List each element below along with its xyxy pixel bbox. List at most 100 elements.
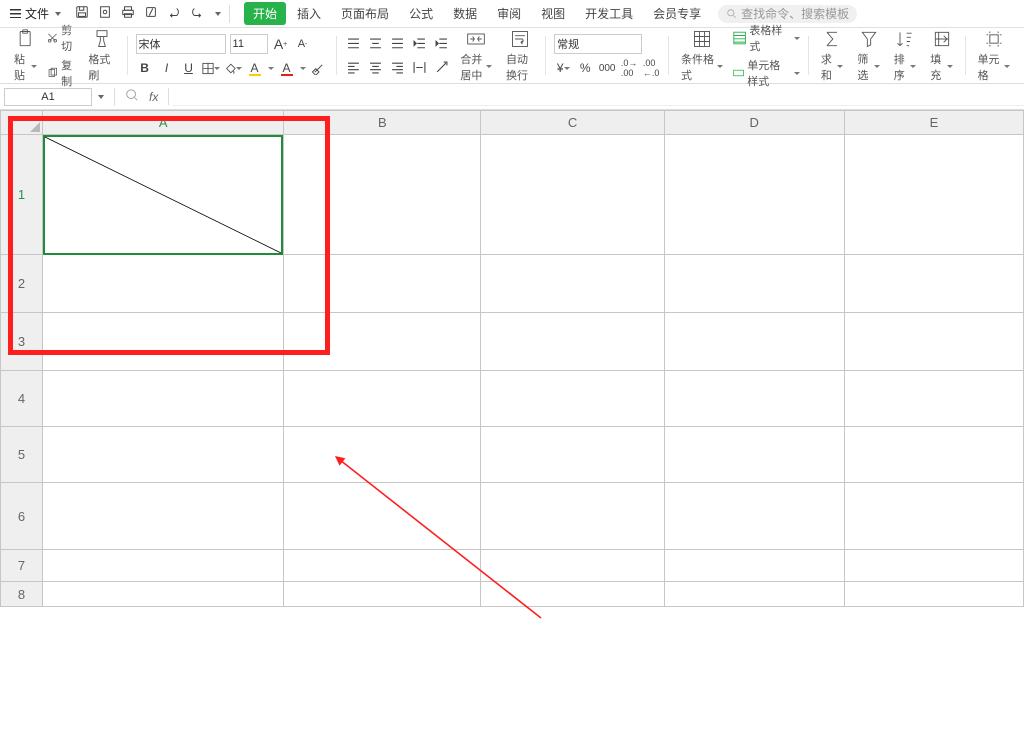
format-painter-button[interactable]: 格式刷	[84, 27, 118, 85]
font-color-button[interactable]: A	[278, 59, 296, 77]
cell-B7[interactable]	[284, 550, 481, 582]
cell-C2[interactable]	[481, 255, 664, 313]
name-box[interactable]	[4, 88, 92, 106]
cell-A8[interactable]	[43, 582, 284, 607]
formula-input[interactable]	[173, 88, 1024, 106]
cell-D7[interactable]	[664, 550, 844, 582]
cut-button[interactable]: 剪切	[47, 22, 78, 54]
cell-E3[interactable]	[844, 313, 1023, 371]
row-header-5[interactable]: 5	[1, 427, 43, 483]
tab-start[interactable]: 开始	[244, 2, 286, 25]
cell-C4[interactable]	[481, 371, 664, 427]
cell-B2[interactable]	[284, 255, 481, 313]
cell-C1[interactable]	[481, 135, 664, 255]
cell-E2[interactable]	[844, 255, 1023, 313]
row-header-1[interactable]: 1	[1, 135, 43, 255]
row-header-7[interactable]: 7	[1, 550, 43, 582]
cell-style-button[interactable]: 单元格样式	[733, 57, 800, 89]
col-header-E[interactable]: E	[844, 111, 1023, 135]
tab-view[interactable]: 视图	[532, 2, 574, 25]
cell-D5[interactable]	[664, 427, 844, 483]
cell-D6[interactable]	[664, 483, 844, 550]
select-all-corner[interactable]	[1, 111, 43, 135]
align-top-button[interactable]	[344, 35, 362, 53]
clear-format-button[interactable]	[310, 59, 328, 77]
row-header-3[interactable]: 3	[1, 313, 43, 371]
cell-B4[interactable]	[284, 371, 481, 427]
cell-D2[interactable]	[664, 255, 844, 313]
cell-A4[interactable]	[43, 371, 284, 427]
sum-button[interactable]: 求和	[817, 27, 847, 85]
increase-decimal-button[interactable]: .0→.00	[620, 59, 638, 77]
cell-A7[interactable]	[43, 550, 284, 582]
increase-font-button[interactable]: A+	[272, 35, 290, 53]
print-icon[interactable]	[121, 5, 135, 22]
italic-button[interactable]: I	[158, 59, 176, 77]
font-size-select[interactable]	[230, 34, 268, 54]
col-header-D[interactable]: D	[664, 111, 844, 135]
percent-button[interactable]: %	[576, 59, 594, 77]
search-box[interactable]: 查找命令、搜索模板	[718, 5, 857, 23]
refresh-icon[interactable]	[144, 5, 158, 22]
decrease-indent-button[interactable]	[410, 35, 428, 53]
tab-data[interactable]: 数据	[444, 2, 486, 25]
fill-button[interactable]: 填充	[926, 27, 956, 85]
row-header-2[interactable]: 2	[1, 255, 43, 313]
cell-D4[interactable]	[664, 371, 844, 427]
save-icon[interactable]	[75, 5, 89, 22]
namebox-caret-icon[interactable]	[98, 95, 104, 99]
cell-E1[interactable]	[844, 135, 1023, 255]
redo-icon[interactable]	[190, 5, 204, 22]
conditional-format-button[interactable]: 条件格式	[677, 27, 727, 85]
decrease-decimal-button[interactable]: .00←.0	[642, 59, 660, 77]
cell-A1[interactable]	[43, 135, 284, 255]
distribute-h-button[interactable]	[410, 58, 428, 76]
orientation-button[interactable]	[432, 58, 450, 76]
bold-button[interactable]: B	[136, 59, 154, 77]
table-style-button[interactable]: 表格样式	[733, 22, 800, 54]
align-right-button[interactable]	[388, 58, 406, 76]
cell-B3[interactable]	[284, 313, 481, 371]
cell-B5[interactable]	[284, 427, 481, 483]
fx-icon[interactable]: fx	[149, 90, 158, 104]
col-header-C[interactable]: C	[481, 111, 664, 135]
filter-button[interactable]: 筛选	[853, 27, 883, 85]
cell-E5[interactable]	[844, 427, 1023, 483]
merge-center-button[interactable]: 合并居中	[456, 27, 496, 85]
row-header-8[interactable]: 8	[1, 582, 43, 607]
undo-icon[interactable]	[167, 5, 181, 22]
wrap-text-button[interactable]: 自动换行	[502, 27, 537, 85]
align-left-button[interactable]	[344, 58, 362, 76]
cancel-formula-icon[interactable]	[125, 88, 139, 105]
tab-devtools[interactable]: 开发工具	[576, 2, 642, 25]
cell-C6[interactable]	[481, 483, 664, 550]
border-button[interactable]	[202, 59, 220, 77]
comma-style-button[interactable]: 000	[598, 59, 616, 77]
row-header-6[interactable]: 6	[1, 483, 43, 550]
paste-button[interactable]: 粘贴	[10, 27, 41, 85]
cell-A5[interactable]	[43, 427, 284, 483]
cell-C5[interactable]	[481, 427, 664, 483]
cell-A2[interactable]	[43, 255, 284, 313]
cell-B1[interactable]	[284, 135, 481, 255]
align-bottom-button[interactable]	[388, 35, 406, 53]
cell-C8[interactable]	[481, 582, 664, 607]
qat-dropdown-icon[interactable]	[215, 12, 221, 16]
increase-indent-button[interactable]	[432, 35, 450, 53]
cell-A6[interactable]	[43, 483, 284, 550]
number-format-select[interactable]	[554, 34, 642, 54]
cell-B6[interactable]	[284, 483, 481, 550]
row-header-4[interactable]: 4	[1, 371, 43, 427]
tab-review[interactable]: 审阅	[488, 2, 530, 25]
cell-E6[interactable]	[844, 483, 1023, 550]
currency-button[interactable]: ¥	[554, 59, 572, 77]
cell-C3[interactable]	[481, 313, 664, 371]
cell-B8[interactable]	[284, 582, 481, 607]
cell-D3[interactable]	[664, 313, 844, 371]
decrease-font-button[interactable]: A-	[294, 35, 312, 53]
font-name-select[interactable]	[136, 34, 226, 54]
tab-layout[interactable]: 页面布局	[332, 2, 398, 25]
fill-color-button[interactable]	[224, 59, 242, 77]
cell-A3[interactable]	[43, 313, 284, 371]
col-header-B[interactable]: B	[284, 111, 481, 135]
